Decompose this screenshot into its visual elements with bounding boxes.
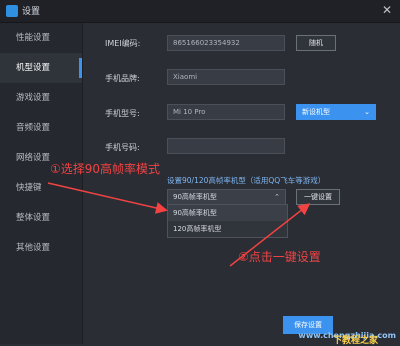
phone-input[interactable] xyxy=(167,138,285,154)
chevron-up-icon: ⌃ xyxy=(274,193,280,201)
sidebar-item-audio[interactable]: 音频设置 xyxy=(0,113,82,143)
phone-label: 手机号码: xyxy=(105,143,140,152)
sidebar-item-general[interactable]: 整体设置 xyxy=(0,203,82,233)
sidebar-item-device-model[interactable]: 机型设置 xyxy=(0,53,82,83)
sidebar-item-performance[interactable]: 性能设置 xyxy=(0,23,82,53)
hz-dropdown: 90高帧率机型 120高帧率机型 xyxy=(167,204,288,238)
model-input[interactable]: Mi 10 Pro xyxy=(167,104,285,120)
hz-select[interactable]: 90高帧率机型 ⌃ xyxy=(167,189,286,205)
imei-label: IMEI编码: xyxy=(105,39,141,48)
window-title: 设置 xyxy=(22,7,41,17)
watermark-brand: 下教程之家 xyxy=(332,336,378,346)
sidebar: 性能设置 机型设置 游戏设置 音频设置 网络设置 快捷键 整体设置 其他设置 xyxy=(0,23,83,344)
hz-option-90[interactable]: 90高帧率机型 xyxy=(168,205,287,221)
hz-hint: 设置90/120高帧率机型（适用QQ飞车等游戏） xyxy=(167,176,326,185)
chevron-down-icon: ⌄ xyxy=(364,108,370,116)
brand-label: 手机品牌: xyxy=(105,74,140,83)
sidebar-item-other[interactable]: 其他设置 xyxy=(0,233,82,263)
hz-option-120[interactable]: 120高帧率机型 xyxy=(168,221,287,237)
annotation-step2: ②点击一键设置 xyxy=(238,250,321,264)
title-bar: 设置 ✕ xyxy=(0,0,400,23)
model-type-value: 新设机型 xyxy=(302,108,330,116)
annotation-step1: ①选择90高帧率模式 xyxy=(50,162,161,176)
model-label: 手机型号: xyxy=(105,109,140,118)
model-type-select[interactable]: 新设机型 ⌄ xyxy=(296,104,376,120)
random-button[interactable]: 随机 xyxy=(296,35,336,51)
sidebar-item-shortcuts[interactable]: 快捷键 xyxy=(0,173,82,203)
app-icon xyxy=(6,5,18,17)
close-icon[interactable]: ✕ xyxy=(382,3,392,17)
brand-input[interactable]: Xiaomi xyxy=(167,69,285,85)
imei-input[interactable]: 865166023354932 xyxy=(167,35,285,51)
one-key-setup-button[interactable]: 一键设置 xyxy=(296,189,340,205)
sidebar-item-game[interactable]: 游戏设置 xyxy=(0,83,82,113)
hz-select-value: 90高帧率机型 xyxy=(173,193,217,201)
